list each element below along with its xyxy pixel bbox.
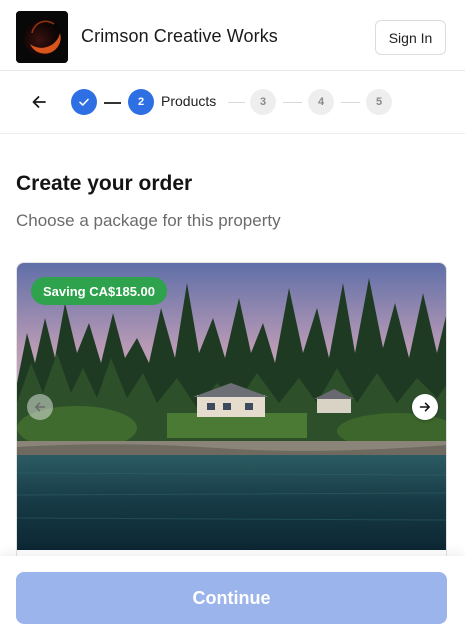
property-photo — [17, 263, 446, 550]
step-connector — [341, 102, 360, 103]
step-3: 3 — [250, 89, 276, 115]
action-footer: Continue — [0, 556, 465, 632]
carousel-next-button[interactable] — [412, 394, 438, 420]
step-4: 4 — [308, 89, 334, 115]
step-5: 5 — [366, 89, 392, 115]
order-stepper: 2 Products 3 4 5 — [0, 71, 465, 134]
step-connector — [104, 102, 121, 104]
brand-name: Crimson Creative Works — [81, 26, 278, 46]
arrow-left-icon — [35, 402, 46, 412]
back-button[interactable] — [26, 89, 52, 115]
crimson-moon-logo-icon — [16, 11, 68, 63]
step-2-active[interactable]: 2 — [128, 89, 154, 115]
brand-logo — [16, 11, 68, 63]
sign-in-button[interactable]: Sign In — [375, 20, 446, 55]
carousel-prev-button[interactable] — [27, 394, 53, 420]
step-1-completed[interactable] — [71, 89, 97, 115]
arrow-left-icon — [32, 96, 46, 108]
step-connector — [283, 102, 302, 103]
check-icon — [79, 98, 89, 106]
continue-button[interactable]: Continue — [16, 572, 447, 624]
page-subtitle: Choose a package for this property — [16, 211, 281, 230]
step-2-label: Products — [161, 93, 217, 109]
package-card[interactable]: Saving CA$185.00 — [16, 262, 447, 562]
app-header: Crimson Creative Works Sign In — [0, 0, 465, 71]
page-title: Create your order — [16, 172, 193, 195]
arrow-right-icon — [419, 402, 430, 412]
saving-badge: Saving CA$185.00 — [31, 277, 168, 305]
step-connector — [228, 102, 245, 103]
